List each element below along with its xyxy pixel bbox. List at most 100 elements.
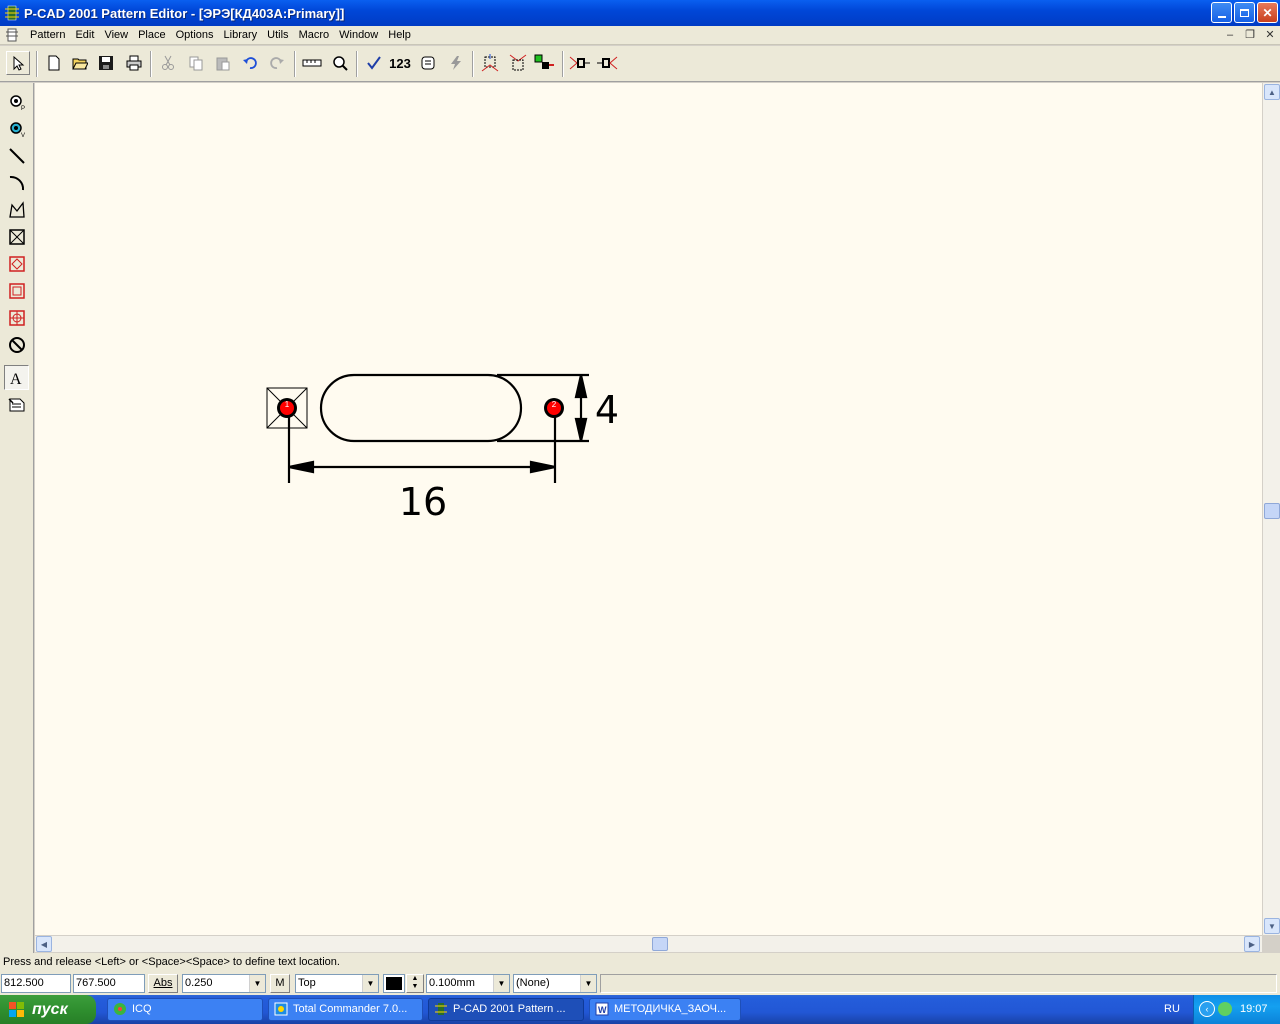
scroll-down-button[interactable]: ▼: [1264, 918, 1280, 934]
menu-window[interactable]: Window: [334, 26, 383, 45]
snap-icon-1: [481, 54, 499, 72]
lightning-button[interactable]: [444, 51, 468, 75]
abs-button[interactable]: Abs: [148, 974, 178, 993]
place-pad-button[interactable]: P: [4, 89, 29, 114]
horizontal-scrollbar[interactable]: ◀ ▶: [35, 935, 1262, 952]
place-copper-button[interactable]: [4, 251, 29, 276]
language-indicator[interactable]: RU: [1164, 995, 1180, 1024]
cut-button[interactable]: [156, 51, 180, 75]
mdi-restore-button[interactable]: ❐: [1242, 28, 1258, 42]
net-select[interactable]: (None) ▼: [513, 974, 597, 993]
chevron-down-icon: ▼: [580, 975, 596, 992]
place-pad-icon: P: [9, 94, 25, 111]
layer-select[interactable]: Top ▼: [295, 974, 379, 993]
print-button[interactable]: [122, 51, 146, 75]
place-polygon-button[interactable]: [4, 197, 29, 222]
task-pcad[interactable]: P-CAD 2001 Pattern ...: [428, 998, 584, 1021]
no-connect-button[interactable]: [4, 332, 29, 357]
place-line-button[interactable]: [4, 143, 29, 168]
task-icq[interactable]: ICQ: [107, 998, 263, 1021]
mdi-close-button[interactable]: ✕: [1262, 28, 1278, 42]
menu-pattern[interactable]: Pattern: [25, 26, 70, 45]
pad2-number: 2: [552, 400, 557, 409]
menu-help[interactable]: Help: [383, 26, 416, 45]
copy-button[interactable]: [184, 51, 208, 75]
scroll-right-button[interactable]: ▶: [1244, 936, 1260, 952]
undo-button[interactable]: [238, 51, 262, 75]
lightning-icon: [451, 56, 461, 70]
select-tool-button[interactable]: [6, 51, 30, 75]
tray-expand-icon[interactable]: ‹: [1199, 1001, 1215, 1017]
layer-color-swatch[interactable]: [383, 974, 405, 993]
minimize-button[interactable]: [1211, 2, 1232, 23]
svg-text:V: V: [21, 133, 25, 138]
pad1-number: 1: [285, 400, 290, 409]
open-file-button[interactable]: [68, 51, 92, 75]
save-button[interactable]: [94, 51, 118, 75]
pattern-wizard-button[interactable]: [416, 51, 440, 75]
line-width-select[interactable]: 0.100mm ▼: [426, 974, 510, 993]
task-label: МЕТОДИЧКА_ЗАОЧ...: [614, 1003, 727, 1015]
vertical-scroll-thumb[interactable]: [1264, 503, 1280, 519]
horizontal-scroll-thumb[interactable]: [652, 937, 668, 951]
word-document-icon: W: [595, 1002, 609, 1016]
task-label: P-CAD 2001 Pattern ...: [453, 1003, 566, 1015]
pad-1[interactable]: 1: [277, 398, 297, 418]
menu-view[interactable]: View: [99, 26, 133, 45]
paste-button[interactable]: [211, 51, 235, 75]
m-button[interactable]: M: [270, 974, 290, 993]
new-file-button[interactable]: [42, 51, 66, 75]
zoom-button[interactable]: [328, 51, 352, 75]
snap-button-3[interactable]: [532, 51, 556, 75]
place-text-button[interactable]: A: [4, 365, 29, 390]
measure-button[interactable]: [300, 51, 324, 75]
pattern-drawing: 1 2 16 4: [266, 373, 619, 524]
drawing-canvas[interactable]: 1 2 16 4: [35, 83, 1262, 935]
place-attribute-button[interactable]: [4, 392, 29, 417]
snap-button-2[interactable]: [506, 51, 530, 75]
svg-text:P: P: [21, 106, 25, 111]
dimension-icon-2: [597, 56, 618, 70]
height-dimension-text: 4: [595, 388, 619, 432]
menu-options[interactable]: Options: [171, 26, 219, 45]
main-toolbar: 123: [0, 46, 1280, 82]
task-word-doc[interactable]: W МЕТОДИЧКА_ЗАОЧ...: [589, 998, 741, 1021]
menu-macro[interactable]: Macro: [294, 26, 335, 45]
scroll-up-button[interactable]: ▲: [1264, 84, 1280, 100]
y-coordinate-field[interactable]: 767.500: [73, 974, 145, 993]
redo-icon: [270, 57, 284, 69]
redo-button[interactable]: [265, 51, 289, 75]
menu-utils[interactable]: Utils: [262, 26, 293, 45]
place-plane-button[interactable]: [4, 305, 29, 330]
restore-button[interactable]: [1234, 2, 1255, 23]
drc-check-button[interactable]: [362, 51, 386, 75]
dimension-button-1[interactable]: [568, 51, 592, 75]
title-bar: P-CAD 2001 Pattern Editor - [ЭРЭ[КД403А:…: [0, 0, 1280, 26]
status-bar: 812.500 767.500 Abs 0.250 ▼ M Top ▼ ▲ ▼ …: [0, 972, 1280, 995]
menu-edit[interactable]: Edit: [70, 26, 99, 45]
dimension-icon-1: [569, 56, 590, 70]
place-arc-button[interactable]: [4, 170, 29, 195]
pcad-app-icon: [435, 1003, 447, 1015]
pad-2[interactable]: 2: [544, 398, 564, 418]
vertical-scrollbar[interactable]: ▲ ▼: [1262, 83, 1280, 935]
line-width-spinner[interactable]: ▲ ▼: [406, 974, 424, 993]
menu-place[interactable]: Place: [133, 26, 171, 45]
renumber-button[interactable]: 123: [388, 51, 412, 75]
place-cutout-button[interactable]: [4, 278, 29, 303]
place-via-button[interactable]: V: [4, 116, 29, 141]
close-button[interactable]: ✕: [1257, 2, 1278, 23]
component-body-outline: [319, 373, 523, 443]
snap-button-1[interactable]: [478, 51, 502, 75]
task-total-commander[interactable]: Total Commander 7.0...: [268, 998, 423, 1021]
mdi-minimize-button[interactable]: –: [1222, 28, 1238, 42]
start-button[interactable]: пуск: [0, 995, 96, 1024]
place-keepout-button[interactable]: [4, 224, 29, 249]
grid-select[interactable]: 0.250 ▼: [182, 974, 266, 993]
network-icon[interactable]: [1218, 1002, 1232, 1016]
start-label: пуск: [32, 1000, 68, 1018]
x-coordinate-field[interactable]: 812.500: [1, 974, 71, 993]
scroll-left-button[interactable]: ◀: [36, 936, 52, 952]
menu-library[interactable]: Library: [219, 26, 263, 45]
dimension-button-2[interactable]: [595, 51, 619, 75]
